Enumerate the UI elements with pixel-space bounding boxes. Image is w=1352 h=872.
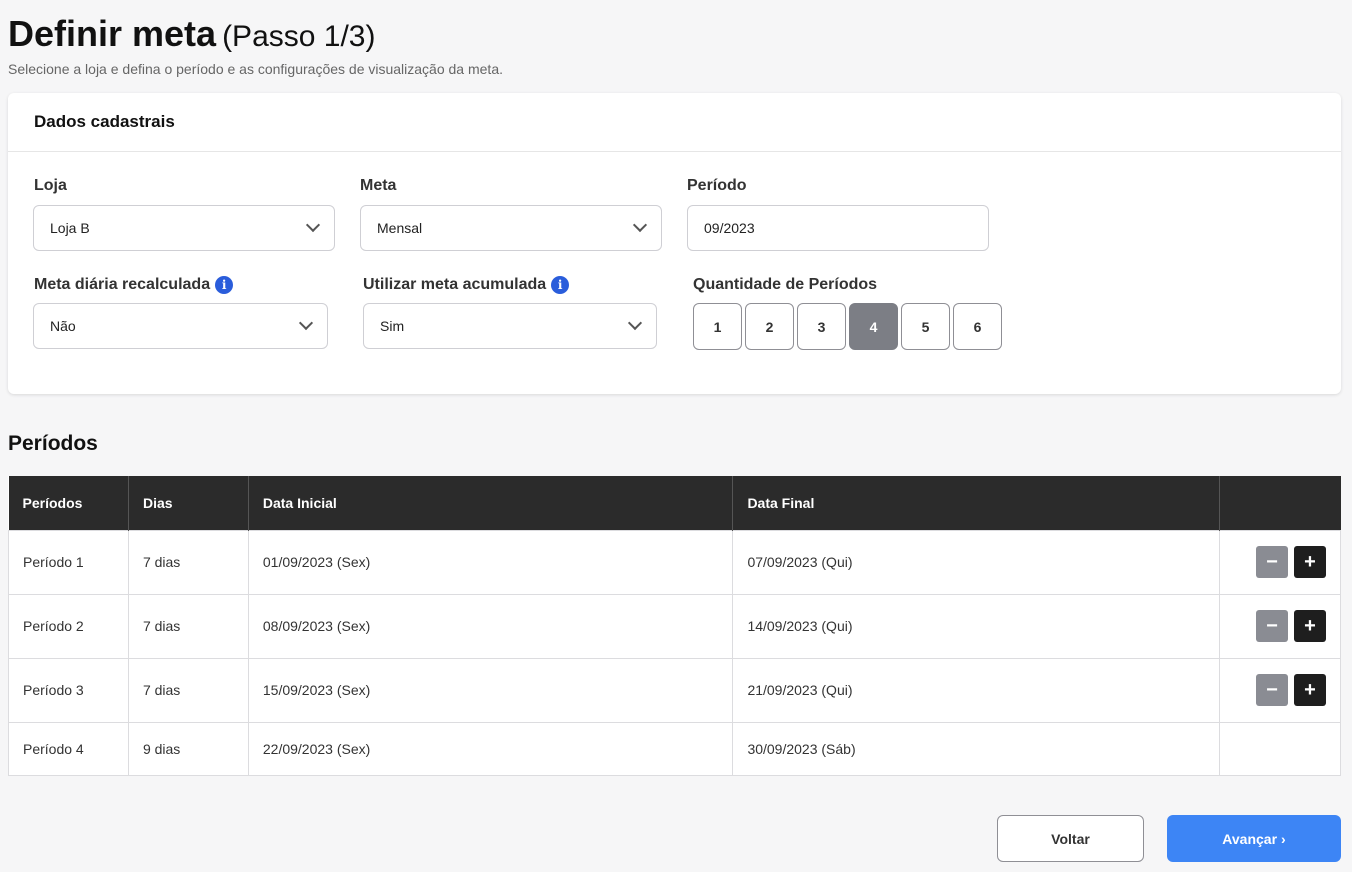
cell-data-final: 21/09/2023 (Qui) xyxy=(732,657,1220,723)
meta-label-text: Meta xyxy=(360,177,397,194)
dados-cadastrais-card: Dados cadastrais Loja Loja B Meta Mensal… xyxy=(8,93,1341,394)
quantidade-label-text: Quantidade de Períodos xyxy=(693,276,878,293)
cell-dias: 7 dias xyxy=(127,593,249,659)
quantidade-option-1[interactable]: 1 xyxy=(693,303,742,350)
remove-day-button[interactable]: − xyxy=(1256,674,1288,706)
chevron-down-icon xyxy=(305,217,321,233)
chevron-down-icon xyxy=(627,315,643,331)
quantidade-option-5[interactable]: 5 xyxy=(901,303,950,350)
page-header: Definir meta (Passo 1/3) Selecione a loja… xyxy=(8,14,503,78)
cell-data-inicial: 08/09/2023 (Sex) xyxy=(247,593,734,659)
column-header-data-inicial: Data Inicial xyxy=(248,476,734,530)
loja-label: Loja xyxy=(34,176,67,196)
meta-acumulada-label-text: Utilizar meta acumulada xyxy=(363,276,547,293)
table-header-row: Períodos Dias Data Inicial Data Final xyxy=(8,476,1341,530)
meta-diaria-label-text: Meta diária recalculada xyxy=(34,276,211,293)
minus-icon: − xyxy=(1266,614,1278,637)
quantidade-option-6[interactable]: 6 xyxy=(953,303,1002,350)
remove-day-button[interactable]: − xyxy=(1256,610,1288,642)
meta-acumulada-select[interactable]: Sim xyxy=(363,303,657,349)
plus-icon: + xyxy=(1304,678,1316,701)
plus-icon: + xyxy=(1304,614,1316,637)
meta-diaria-select-value: Não xyxy=(50,318,76,334)
info-icon[interactable]: i xyxy=(215,276,234,294)
cell-actions: − + xyxy=(1219,657,1341,723)
quantidade-label: Quantidade de Períodos xyxy=(693,275,877,295)
page-title-main: Definir meta xyxy=(8,13,217,54)
cell-dias: 7 dias xyxy=(127,529,249,595)
periodos-section-title: Períodos xyxy=(8,432,98,455)
cell-dias: 7 dias xyxy=(127,657,249,723)
avancar-label: Avançar xyxy=(1222,830,1278,847)
meta-acumulada-select-value: Sim xyxy=(380,318,405,334)
page-subtitle: Selecione a loja e defina o período e as… xyxy=(8,61,503,77)
quantidade-option-4[interactable]: 4 xyxy=(849,303,898,350)
avancar-button[interactable]: Avançar › xyxy=(1167,815,1341,862)
table-row: Período 1 7 dias 01/09/2023 (Sex) 07/09/… xyxy=(8,529,1341,595)
chevron-down-icon xyxy=(298,315,314,331)
plus-icon: + xyxy=(1304,550,1316,573)
column-header-data-final: Data Final xyxy=(732,476,1220,530)
cell-actions: − + xyxy=(1219,529,1341,595)
cell-actions: − + xyxy=(1219,593,1341,659)
column-header-periodos: Períodos xyxy=(8,476,129,530)
loja-select[interactable]: Loja B xyxy=(33,205,335,251)
loja-label-text: Loja xyxy=(34,177,67,194)
add-day-button[interactable]: + xyxy=(1294,546,1326,578)
meta-label: Meta xyxy=(360,176,396,196)
table-row: Período 3 7 dias 15/09/2023 (Sex) 21/09/… xyxy=(8,657,1341,723)
cell-data-inicial: 15/09/2023 (Sex) xyxy=(247,657,734,723)
cell-periodo: Período 3 xyxy=(8,657,129,723)
periodo-input-value: 09/2023 xyxy=(704,220,755,236)
periodo-label-text: Período xyxy=(687,177,747,194)
minus-icon: − xyxy=(1266,550,1278,573)
cell-dias: 9 dias xyxy=(127,721,249,776)
cell-data-final: 14/09/2023 (Qui) xyxy=(732,593,1220,659)
periodo-input[interactable]: 09/2023 xyxy=(687,205,989,251)
cell-periodo: Período 1 xyxy=(8,529,129,595)
periodo-label: Período xyxy=(687,176,747,196)
table-row: Período 2 7 dias 08/09/2023 (Sex) 14/09/… xyxy=(8,593,1341,659)
column-header-actions xyxy=(1219,476,1341,530)
card-title: Dados cadastrais xyxy=(8,93,1341,152)
cell-data-inicial: 22/09/2023 (Sex) xyxy=(247,721,734,776)
cell-data-inicial: 01/09/2023 (Sex) xyxy=(247,529,734,595)
chevron-right-icon: › xyxy=(1281,830,1286,847)
quantidade-group: 1 2 3 4 5 6 xyxy=(693,303,1002,350)
page-title: Definir meta (Passo 1/3) xyxy=(8,14,503,57)
voltar-button[interactable]: Voltar xyxy=(997,815,1144,862)
meta-acumulada-label: Utilizar meta acumulada i xyxy=(363,275,570,295)
remove-day-button[interactable]: − xyxy=(1256,546,1288,578)
quantidade-option-2[interactable]: 2 xyxy=(745,303,794,350)
cell-periodo: Período 4 xyxy=(8,721,129,776)
info-icon[interactable]: i xyxy=(551,276,570,294)
chevron-down-icon xyxy=(632,217,648,233)
quantidade-option-3[interactable]: 3 xyxy=(797,303,846,350)
cell-data-final: 07/09/2023 (Qui) xyxy=(732,529,1220,595)
cell-actions xyxy=(1219,721,1341,776)
meta-diaria-select[interactable]: Não xyxy=(33,303,328,349)
minus-icon: − xyxy=(1266,678,1278,701)
meta-diaria-label: Meta diária recalculada i xyxy=(34,275,234,295)
loja-select-value: Loja B xyxy=(50,220,90,236)
meta-select-value: Mensal xyxy=(377,220,423,236)
add-day-button[interactable]: + xyxy=(1294,674,1326,706)
add-day-button[interactable]: + xyxy=(1294,610,1326,642)
table-row: Período 4 9 dias 22/09/2023 (Sex) 30/09/… xyxy=(8,721,1341,776)
meta-select[interactable]: Mensal xyxy=(360,205,662,251)
page-title-step: (Passo 1/3) xyxy=(222,20,376,53)
cell-data-final: 30/09/2023 (Sáb) xyxy=(732,721,1220,776)
cell-periodo: Período 2 xyxy=(8,593,129,659)
periods-table: Períodos Dias Data Inicial Data Final Pe… xyxy=(8,476,1341,776)
column-header-dias: Dias xyxy=(128,476,249,530)
